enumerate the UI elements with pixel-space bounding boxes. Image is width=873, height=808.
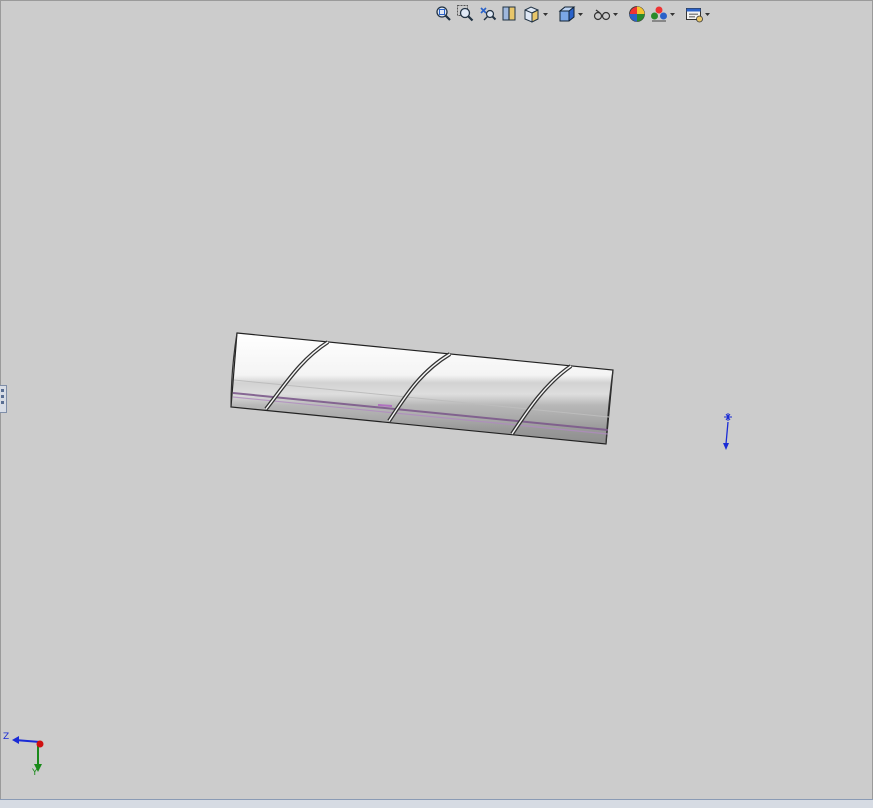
cylinder-body[interactable]	[230, 332, 614, 445]
light-direction-marker[interactable]	[718, 410, 738, 455]
reference-triad	[12, 736, 44, 772]
triad-y-label: Y	[32, 768, 38, 778]
cylinder-model[interactable]	[0, 0, 873, 807]
triad-z-label: Z	[3, 732, 10, 742]
